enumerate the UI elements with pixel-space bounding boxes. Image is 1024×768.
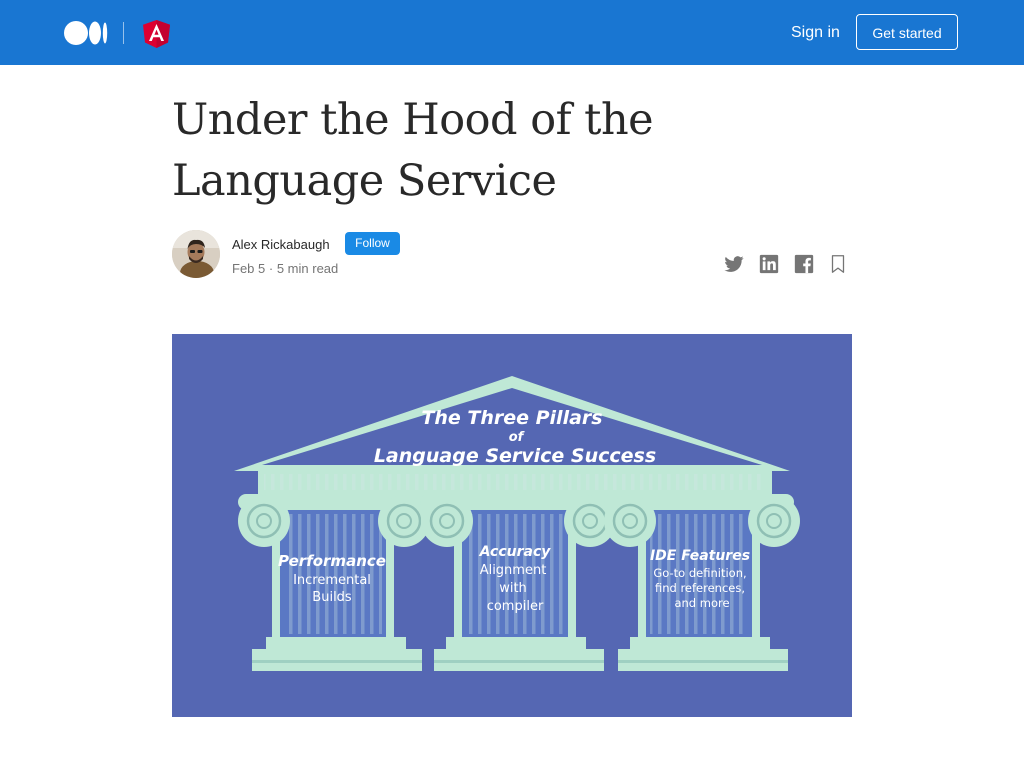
angular-logo-icon[interactable] xyxy=(143,20,170,48)
twitter-icon[interactable] xyxy=(723,253,745,275)
pillar-ide-features-line: and more xyxy=(674,596,729,610)
bookmark-icon[interactable] xyxy=(827,253,849,275)
medium-logo-icon[interactable] xyxy=(64,21,108,45)
linkedin-icon[interactable] xyxy=(758,253,780,275)
hero-title-line-1: The Three Pillars xyxy=(421,407,602,429)
hero-image: The Three Pillars of Language Service Su… xyxy=(172,334,852,717)
pillar-ide-features-line: find references, xyxy=(655,581,745,595)
hero-title-line-2: of xyxy=(509,430,526,445)
pillar-ide-features-line: Go-to definition, xyxy=(653,566,746,580)
pillar-ide-features-heading: IDE Features xyxy=(650,548,750,564)
pillar-accuracy-heading: Accuracy xyxy=(479,544,552,560)
hero-title-line-3: Language Service Success xyxy=(374,445,656,467)
facebook-icon[interactable] xyxy=(793,253,815,275)
logo-divider xyxy=(123,22,124,44)
meta-separator: · xyxy=(268,261,274,276)
get-started-button[interactable]: Get started xyxy=(856,14,958,50)
pillar-performance-heading: Performance xyxy=(278,552,386,570)
pillar-accuracy-line: Alignment xyxy=(480,563,547,578)
publish-date: Feb 5 xyxy=(232,261,266,276)
pillar-performance-line: Builds xyxy=(312,590,352,605)
follow-button[interactable]: Follow xyxy=(345,232,400,255)
top-navbar: Sign in Get started xyxy=(0,0,1024,65)
author-name[interactable]: Alex Rickabaugh xyxy=(232,237,330,252)
article-meta: Feb 5 · 5 min read xyxy=(232,261,338,276)
three-pillars-illustration: The Three Pillars of Language Service Su… xyxy=(172,334,852,717)
author-avatar[interactable] xyxy=(172,230,220,278)
sign-in-link[interactable]: Sign in xyxy=(791,24,840,42)
pillar-accuracy-line: with xyxy=(499,581,527,596)
read-time: 5 min read xyxy=(276,261,339,276)
article-title: Under the Hood of the Language Service xyxy=(172,95,654,206)
pillar-accuracy-line: compiler xyxy=(487,599,544,614)
pillar-performance-line: Incremental xyxy=(293,573,371,588)
